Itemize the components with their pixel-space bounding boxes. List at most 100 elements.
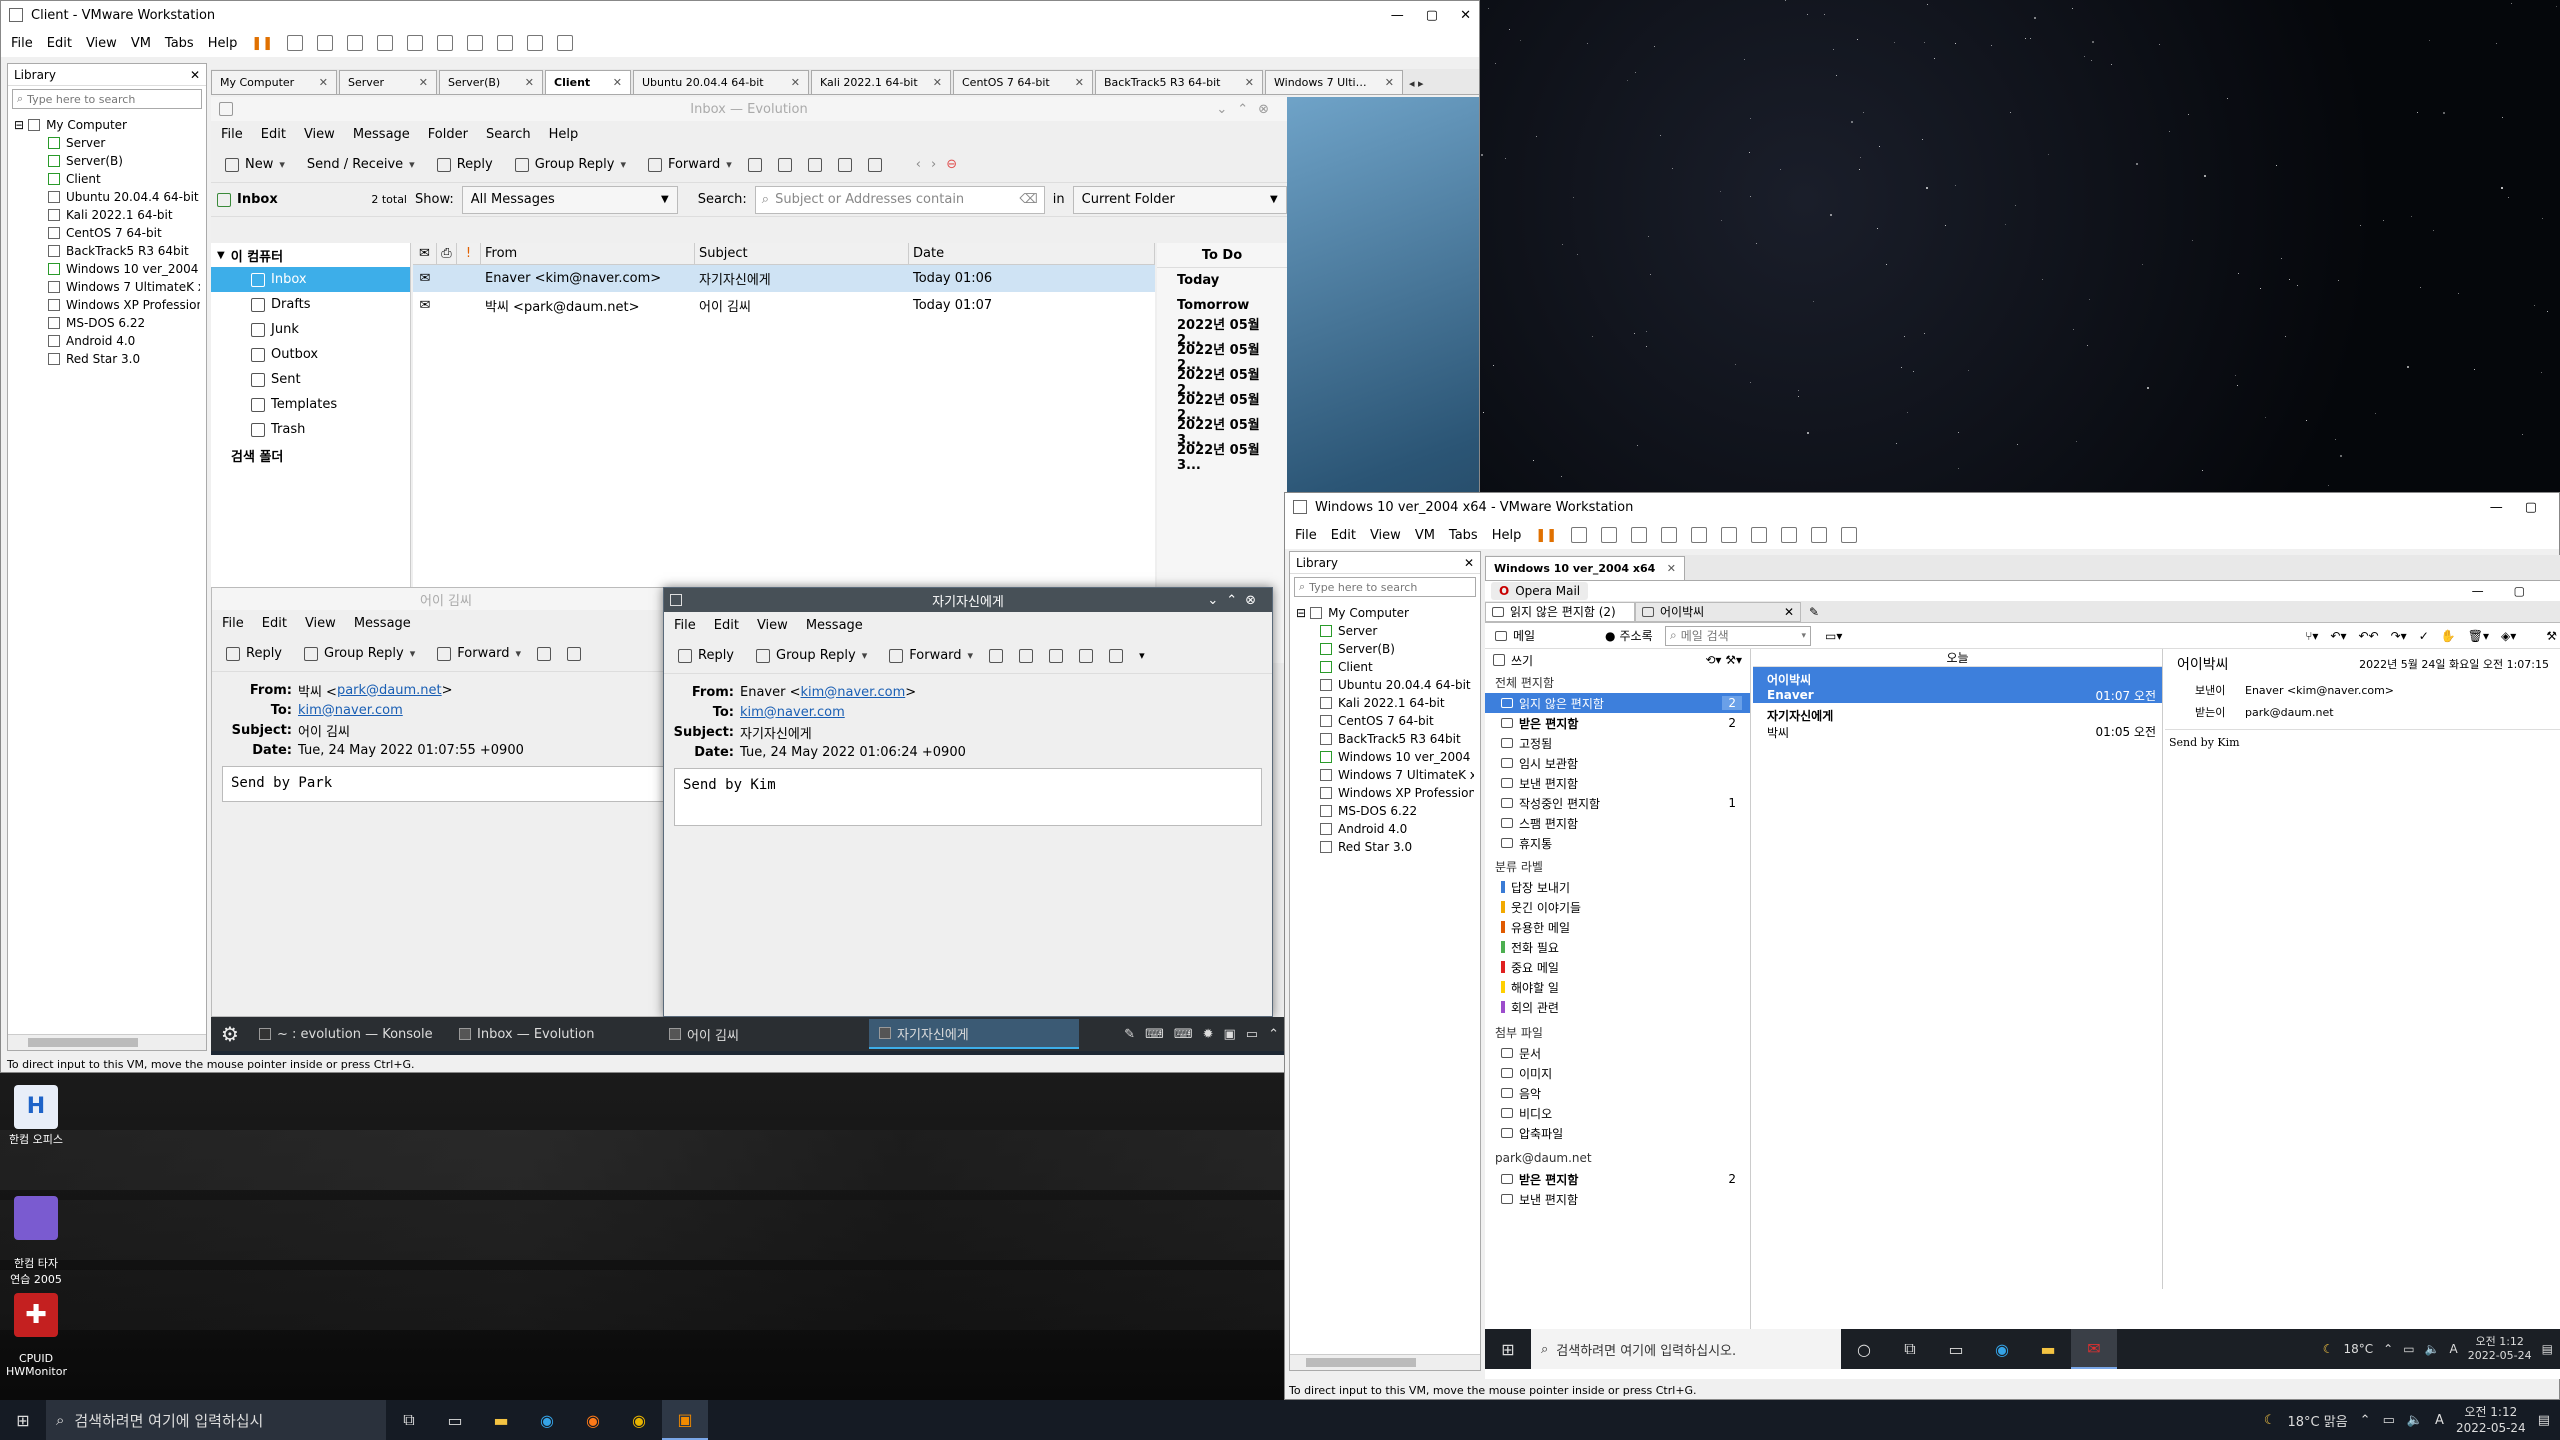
minimize-button[interactable]: — [2490,500,2503,515]
library-item[interactable]: Server(B) [48,152,200,170]
menu-edit[interactable]: Edit [1331,528,1356,543]
reply-button[interactable]: Reply [431,153,499,177]
library-item[interactable]: Server [1320,622,1474,640]
attachment-filter[interactable]: 압축파일 [1485,1123,1750,1143]
menu-view[interactable]: View [304,127,335,142]
menu-view[interactable]: View [86,36,117,51]
folder-trash[interactable]: Trash [211,417,410,442]
show-select[interactable]: All Messages ▼ [461,185,678,214]
label-item[interactable]: 답장 보내기 [1485,877,1750,897]
minimize-button[interactable]: — [1391,8,1404,23]
mail-list-item[interactable]: 자기자신에게 박씨 01:05 오전 [1753,703,2162,740]
full-screen-icon[interactable] [467,35,484,51]
menu-help[interactable]: Help [208,36,238,51]
sidebar-tools-icon[interactable]: ⟲▾ ⚒▾ [1705,653,1742,667]
send-ctrl-alt-del-icon[interactable] [1571,527,1588,543]
folder-sent[interactable]: Sent [211,367,410,392]
menu-file[interactable]: File [11,36,33,51]
cortana-icon[interactable]: ○ [1841,1329,1887,1369]
view-library-icon[interactable] [1691,527,1708,543]
library-item[interactable]: BackTrack5 R3 64bit [48,242,200,260]
menu-edit[interactable]: Edit [261,127,286,142]
library-scrollbar[interactable] [1290,1354,1480,1370]
library-item[interactable]: CentOS 7 64-bit [48,224,200,242]
folder-templates[interactable]: Templates [211,392,410,417]
folder-drafts[interactable]: 임시 보관함 [1485,753,1750,773]
account-node[interactable]: ▼ 이 컴퓨터 [211,243,410,267]
library-root[interactable]: ⊟ My Computer [14,116,200,134]
send-ctrl-alt-del-icon[interactable] [287,35,304,51]
volume-icon[interactable]: 🔈 [2407,1413,2423,1428]
suspend-icon[interactable]: ❚❚ [251,36,273,51]
date-column-header[interactable]: Date [909,243,1155,264]
opera-menu-button[interactable]: O Opera Mail [1491,582,1589,600]
reply-all-icon[interactable]: ↶↶ [2359,629,2379,643]
menu-file[interactable]: File [221,127,243,142]
delete-icon[interactable] [777,157,792,172]
compose-tab-icon[interactable]: ✎ [1809,605,1819,619]
library-item[interactable]: Windows 7 UltimateK x [48,278,200,296]
delete-icon[interactable]: 🗑▾ [2468,629,2489,643]
chrome-icon[interactable]: ◉ [616,1400,662,1440]
junk-icon[interactable] [807,157,822,172]
menu-file[interactable]: File [674,618,696,633]
keyboard-icon[interactable]: ⌨ [1145,1027,1164,1042]
view-thumbnail-icon[interactable] [437,35,454,51]
menu-edit[interactable]: Edit [47,36,72,51]
filter-icon[interactable]: ⑂▾ [2305,629,2318,643]
maximize-button[interactable]: ▢ [2525,500,2537,515]
library-search-input[interactable]: ⌕ Type here to search [1294,577,1476,597]
folder-outbox[interactable]: 작성중인 편지함 1 [1485,793,1750,813]
tab-scroll-arrows[interactable]: ◂ ▸ [1409,77,1424,94]
label-item[interactable]: 해야할 일 [1485,977,1750,997]
maximize-button[interactable]: ▢ [2514,584,2525,598]
account-sent[interactable]: 보낸 편지함 [1485,1189,1750,1209]
library-item[interactable]: Windows 7 UltimateK x [1320,766,1474,784]
library-item[interactable]: MS-DOS 6.22 [48,314,200,332]
tray-expand-icon[interactable]: ⌃ [2360,1413,2371,1428]
minimize-button[interactable]: — [2472,584,2484,598]
library-item[interactable]: BackTrack5 R3 64bit [1320,730,1474,748]
more-menu-icon[interactable]: ▾ [1139,649,1145,662]
snapshot-manager-icon[interactable] [1661,527,1678,543]
library-item[interactable]: Android 4.0 [1320,820,1474,838]
guest-search-box[interactable]: ⌕ 검색하려면 여기에 입력하십시오. [1531,1329,1841,1369]
library-root[interactable]: ⊟ My Computer [1296,604,1474,622]
task-view-icon[interactable]: ⧉ [1887,1329,1933,1369]
menu-file[interactable]: File [1295,528,1317,543]
folder-spam[interactable]: 스팸 편지함 [1485,813,1750,833]
tab-unread[interactable]: 읽지 않은 편지함 (2) [1485,601,1635,622]
menu-message[interactable]: Message [353,127,410,142]
tab-server[interactable]: Server ✕ [339,70,437,94]
tab-my-computer[interactable]: My Computer ✕ [211,70,337,94]
tray-expand-icon[interactable]: ⌃ [1268,1027,1279,1042]
edge-icon[interactable]: ◉ [1979,1329,2025,1369]
attachment-filter[interactable]: 이미지 [1485,1063,1750,1083]
attachment-filter[interactable]: 비디오 [1485,1103,1750,1123]
library-close-icon[interactable]: ✕ [1464,556,1474,570]
snapshot-manager-icon[interactable] [377,35,394,51]
preview-from[interactable]: Enaver <kim@naver.com> [2245,684,2394,697]
to-address-link[interactable]: kim@naver.com [298,703,403,718]
snapshot-icon[interactable] [1601,527,1618,543]
group-reply-button[interactable]: Group Reply [298,642,421,666]
library-item[interactable]: Windows XP Profession [48,296,200,314]
firefox-icon[interactable]: ◉ [570,1400,616,1440]
spam-icon[interactable]: ✋ [2441,629,2456,643]
attachment-column-icon[interactable]: ⎙ [437,243,457,264]
volume-icon[interactable]: 🔈 [2425,1342,2440,1356]
file-explorer-icon[interactable]: ▬ [2025,1329,2071,1369]
status-column-icon[interactable]: ✉ [413,243,437,264]
forward-icon[interactable]: ↷▾ [2391,629,2407,643]
library-item[interactable]: Red Star 3.0 [1320,838,1474,856]
ime-icon[interactable]: A [2450,1342,2458,1356]
stop-icon[interactable]: ⊖ [946,157,957,172]
task-view-icon[interactable]: ⧉ [386,1400,432,1440]
not-junk-icon[interactable] [1079,648,1094,663]
revert-snapshot-icon[interactable] [1631,527,1648,543]
reply-button[interactable]: Reply [672,644,740,668]
task-evolution[interactable]: Inbox — Evolution [449,1019,659,1049]
tab-kali[interactable]: Kali 2022.1 64-bit ✕ [811,70,951,94]
keyboard-layout-icon[interactable]: ⌨ [1174,1027,1193,1042]
tray-expand-icon[interactable]: ⌃ [2383,1342,2393,1356]
